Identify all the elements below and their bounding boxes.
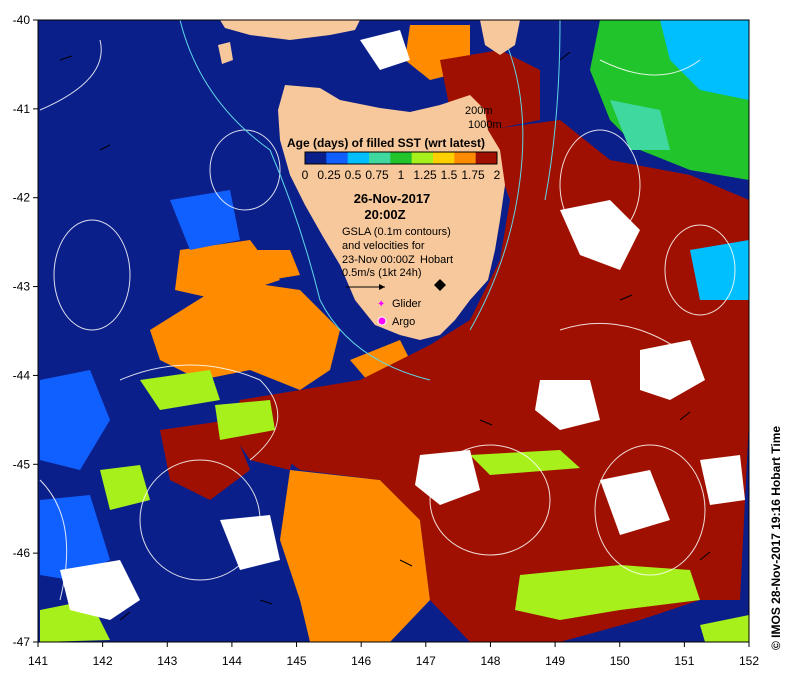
date-line-1: 26-Nov-2017: [354, 191, 431, 206]
imos-credit: © IMOS 28-Nov-2017 19:16 Hobart Time: [769, 426, 783, 650]
y-tick-label: -42: [13, 191, 31, 205]
sst-age-map: 141 142 143 144 145 146 147 148 149 150 151 152 -40…: [0, 0, 792, 678]
y-tick-label: -40: [13, 13, 31, 27]
x-tick-label: 150: [610, 654, 630, 668]
map-canvas: 141 142 143 144 145 146 147 148 149 150 151 152 -40…: [0, 0, 792, 678]
x-tick-label: 141: [28, 654, 48, 668]
legend-color-swatch: [390, 152, 413, 164]
legend-tick-label: 0.25: [317, 168, 341, 182]
legend-tick-label: 1.5: [441, 168, 458, 182]
x-tick-label: 142: [93, 654, 113, 668]
glider-marker-icon: ✦: [377, 299, 385, 310]
legend-tick-labels: 0 0.25 0.5 0.75 1 1.25 1.5 1.75 2: [302, 168, 501, 182]
legend-tick-label: 0.5: [345, 168, 362, 182]
info-line-4: 0.5m/s (1kt 24h): [342, 267, 421, 279]
legend-color-swatch: [305, 152, 327, 164]
x-tick-label: 143: [157, 654, 177, 668]
legend-color-swatch: [454, 152, 477, 164]
legend-tick-label: 1.75: [461, 168, 485, 182]
y-tick-label: -46: [13, 546, 31, 560]
info-line-3: 23-Nov 00:00Z: [342, 254, 415, 266]
x-tick-label: 147: [416, 654, 436, 668]
legend-colorbar: [304, 151, 498, 165]
depth-label-1000m: 1000m: [468, 119, 502, 131]
x-tick-label: 146: [351, 654, 371, 668]
x-tick-label: 152: [739, 654, 759, 668]
y-tick-label: -45: [13, 457, 31, 471]
date-line-2: 20:00Z: [364, 207, 405, 222]
legend-color-swatch: [475, 152, 498, 164]
info-line-2: and velocities for: [342, 240, 425, 252]
x-tick-label: 144: [222, 654, 242, 668]
legend-tick-label: 1.25: [413, 168, 437, 182]
y-tick-label: -44: [13, 368, 31, 382]
x-tick-label: 145: [287, 654, 307, 668]
glider-symbol: ✦ Glider: [377, 298, 422, 310]
legend-color-swatch: [433, 152, 455, 164]
legend-tick-label: 0: [302, 168, 309, 182]
y-tick-label: -43: [13, 280, 31, 294]
glider-label: Glider: [392, 298, 422, 310]
x-tick-label: 148: [480, 654, 500, 668]
legend-tick-label: 1: [398, 168, 405, 182]
hobart-label: Hobart: [420, 254, 453, 266]
legend-tick-label: 0.75: [365, 168, 389, 182]
argo-label: Argo: [392, 316, 415, 328]
argo-marker-icon: [377, 316, 387, 326]
legend-color-swatch: [347, 152, 370, 164]
depth-label-200m: 200m: [465, 105, 493, 117]
legend-title: Age (days) of filled SST (wrt latest): [287, 136, 485, 150]
y-tick-label: -41: [13, 102, 31, 116]
map-plot-area: [38, 20, 749, 642]
x-tick-label: 149: [545, 654, 565, 668]
y-tick-label: -47: [13, 635, 31, 649]
legend-color-swatch: [369, 152, 391, 164]
info-line-1: GSLA (0.1m contours): [342, 226, 451, 238]
legend-color-swatch: [326, 152, 349, 164]
legend-tick-label: 2: [494, 168, 501, 182]
legend-color-swatch: [411, 152, 434, 164]
x-tick-label: 151: [674, 654, 694, 668]
